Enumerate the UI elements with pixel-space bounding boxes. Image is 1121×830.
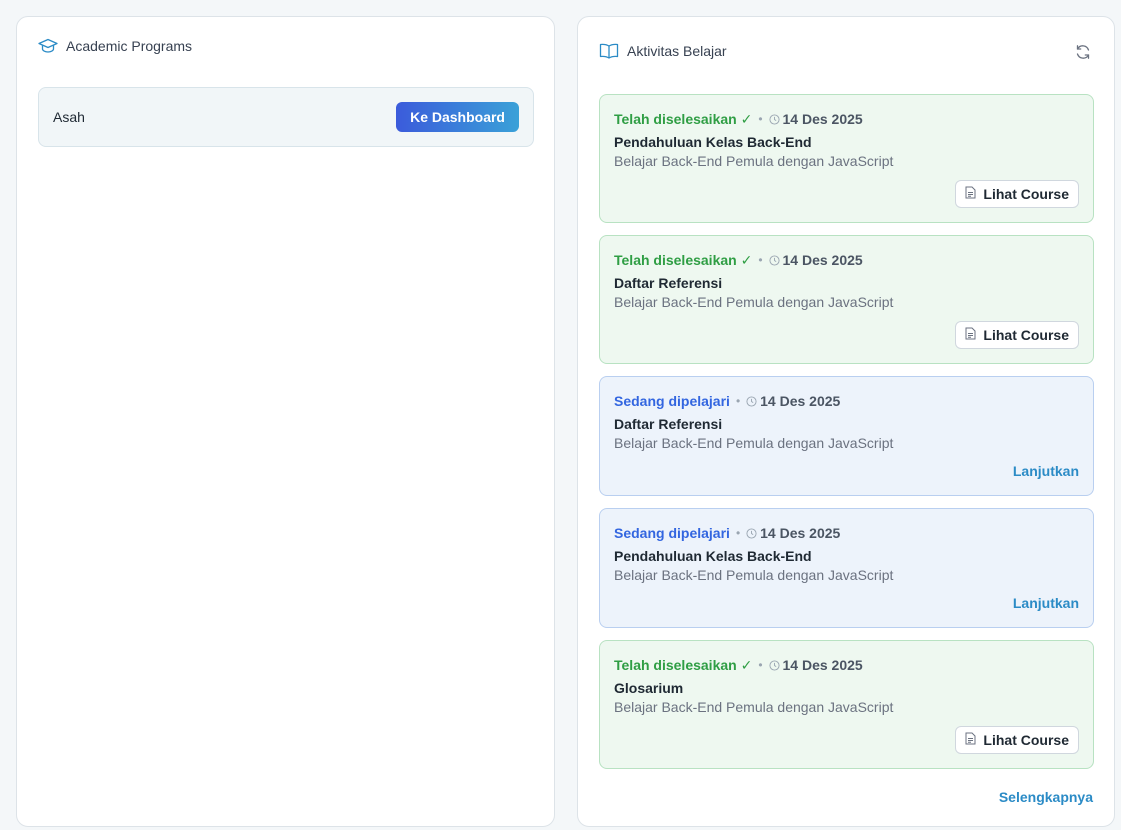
separator-dot: • — [758, 112, 763, 126]
activity-item: Sedang dipelajari • 14 Des 2025 Daftar R… — [599, 376, 1094, 496]
clock-icon — [746, 527, 757, 539]
activity-date: 14 Des 2025 — [760, 525, 841, 541]
learning-activity-title: Aktivitas Belajar — [627, 43, 727, 59]
activity-meta: Telah diselesaikan ✓ • 14 Des 2025 — [614, 656, 1079, 674]
activity-meta: Sedang dipelajari • 14 Des 2025 — [614, 392, 1079, 410]
continue-link[interactable]: Lanjutkan — [1013, 595, 1079, 611]
activity-title: Daftar Referensi — [614, 275, 723, 291]
clock-icon — [768, 659, 780, 671]
activity-course: Belajar Back-End Pemula dengan JavaScrip… — [614, 699, 894, 715]
separator-dot: • — [735, 394, 741, 408]
clock-icon — [746, 395, 757, 407]
clock-icon — [768, 113, 780, 125]
academic-programs-title: Academic Programs — [66, 38, 193, 54]
status-badge: Telah diselesaikan ✓ — [614, 251, 753, 268]
learning-activity-panel: Aktivitas Belajar Telah diselesaikan ✓ •… — [577, 16, 1115, 827]
status-badge: Telah diselesaikan ✓ — [614, 656, 753, 673]
activity-item: Telah diselesaikan ✓ • 14 Des 2025 Penda… — [599, 94, 1094, 223]
activity-item: Telah diselesaikan ✓ • 14 Des 2025 Glosa… — [599, 640, 1094, 769]
see-more-link[interactable]: Selengkapnya — [999, 789, 1093, 805]
dashboard-button[interactable]: Ke Dashboard — [396, 102, 519, 132]
view-course-button[interactable]: Lihat Course — [955, 726, 1079, 754]
status-badge: Sedang dipelajari — [614, 525, 730, 541]
activity-list: Telah diselesaikan ✓ • 14 Des 2025 Penda… — [599, 94, 1094, 781]
activity-course: Belajar Back-End Pemula dengan JavaScrip… — [614, 294, 894, 310]
activity-course: Belajar Back-End Pemula dengan JavaScrip… — [614, 567, 894, 583]
view-course-label: Lihat Course — [983, 732, 1069, 748]
graduation-cap-icon — [38, 38, 58, 54]
program-name: Asah — [53, 109, 85, 125]
continue-link[interactable]: Lanjutkan — [1013, 463, 1079, 479]
activity-title: Daftar Referensi — [614, 416, 723, 432]
activity-date: 14 Des 2025 — [760, 393, 841, 409]
activity-title: Pendahuluan Kelas Back-End — [614, 548, 812, 564]
activity-course: Belajar Back-End Pemula dengan JavaScrip… — [614, 153, 894, 169]
activity-meta: Telah diselesaikan ✓ • 14 Des 2025 — [614, 110, 1079, 128]
activity-date: 14 Des 2025 — [782, 657, 863, 673]
separator-dot: • — [758, 658, 763, 672]
document-icon — [965, 186, 976, 202]
book-open-icon — [599, 43, 619, 59]
academic-programs-panel: Academic Programs Asah Ke Dashboard — [16, 16, 555, 827]
separator-dot: • — [758, 253, 763, 267]
document-icon — [965, 732, 976, 748]
status-badge: Telah diselesaikan ✓ — [614, 110, 753, 127]
activity-date: 14 Des 2025 — [782, 252, 863, 268]
activity-item: Sedang dipelajari • 14 Des 2025 Pendahul… — [599, 508, 1094, 628]
refresh-icon[interactable] — [1074, 43, 1092, 61]
view-course-label: Lihat Course — [983, 327, 1069, 343]
academic-programs-header: Academic Programs — [38, 38, 192, 54]
clock-icon — [768, 254, 780, 266]
activity-course: Belajar Back-End Pemula dengan JavaScrip… — [614, 435, 894, 451]
activity-meta: Telah diselesaikan ✓ • 14 Des 2025 — [614, 251, 1079, 269]
view-course-button[interactable]: Lihat Course — [955, 321, 1079, 349]
activity-item: Telah diselesaikan ✓ • 14 Des 2025 Dafta… — [599, 235, 1094, 364]
activity-title: Pendahuluan Kelas Back-End — [614, 134, 812, 150]
program-card: Asah Ke Dashboard — [38, 87, 534, 147]
document-icon — [965, 327, 976, 343]
separator-dot: • — [735, 526, 741, 540]
activity-title: Glosarium — [614, 680, 684, 696]
activity-meta: Sedang dipelajari • 14 Des 2025 — [614, 524, 1079, 542]
activity-date: 14 Des 2025 — [782, 111, 863, 127]
view-course-button[interactable]: Lihat Course — [955, 180, 1079, 208]
learning-activity-header: Aktivitas Belajar — [599, 43, 727, 59]
status-badge: Sedang dipelajari — [614, 393, 730, 409]
view-course-label: Lihat Course — [983, 186, 1069, 202]
